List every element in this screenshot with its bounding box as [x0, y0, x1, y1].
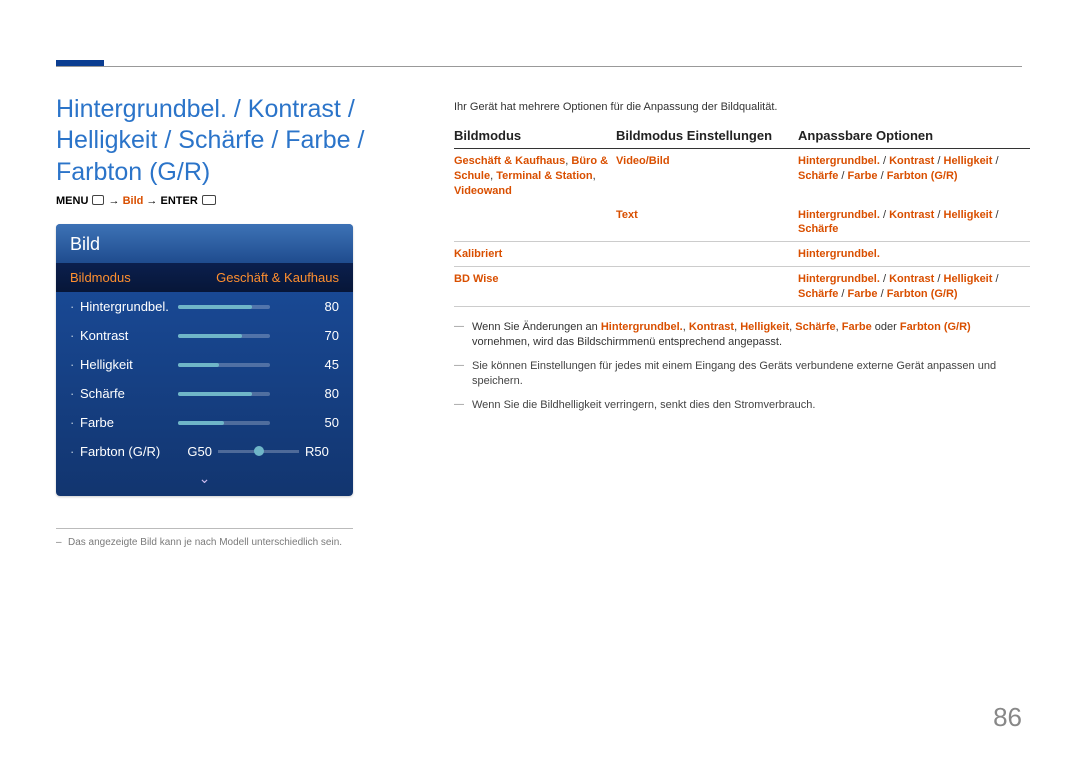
osd-row-0[interactable]: ·Hintergrundbel. 80 [56, 292, 353, 321]
cell-options: Hintergrundbel. / Kontrast / Helligkeit … [798, 208, 1030, 238]
menu-label: MENU [56, 195, 88, 207]
osd-row-4[interactable]: ·Farbe 50 [56, 408, 353, 437]
osd-title: Bild [56, 224, 353, 263]
intro-text: Ihr Gerät hat mehrere Optionen für die A… [454, 101, 777, 113]
page-title: Hintergrundbel. / Kontrast / Helligkeit … [56, 94, 406, 188]
notes-list: Wenn Sie Änderungen an Hintergrundbel., … [454, 320, 1030, 421]
cell-mode: Kalibriert [454, 247, 616, 262]
osd-value: 70 [305, 328, 339, 343]
note-item: Wenn Sie die Bildhelligkeit verringern, … [454, 398, 1030, 413]
menu-step-bild: Bild [123, 195, 144, 207]
bullet-icon: · [70, 415, 80, 430]
table-row: BD Wise Hintergrundbel. / Kontrast / Hell… [454, 267, 1030, 307]
osd-row-2[interactable]: ·Helligkeit 45 [56, 350, 353, 379]
osd-label: Kontrast [80, 328, 178, 343]
menu-path: MENU → Bild → ENTER [56, 194, 216, 207]
osd-value: 50 [305, 415, 339, 430]
note-item: Sie können Einstellungen für jedes mit e… [454, 359, 1030, 390]
osd-bar-fill [178, 363, 219, 367]
osd-bar-fill [178, 305, 252, 309]
osd-label: Helligkeit [80, 357, 178, 372]
osd-row-farbton[interactable]: · Farbton (G/R) G50 R50 [56, 437, 353, 466]
arrow-1: → [109, 195, 120, 207]
enter-label: ENTER [160, 195, 197, 207]
osd-bar-fill [178, 421, 224, 425]
osd-value: 80 [305, 386, 339, 401]
th-einstellungen: Bildmodus Einstellungen [616, 128, 798, 143]
osd-gr-g: G50 [178, 444, 212, 459]
cell-options: Hintergrundbel. [798, 247, 1030, 262]
osd-bar[interactable] [178, 305, 270, 309]
osd-row-3[interactable]: ·Schärfe 80 [56, 379, 353, 408]
table-row: TextHintergrundbel. / Kontrast / Helligk… [454, 203, 1030, 243]
cell-setting [616, 247, 798, 262]
osd-bar[interactable] [178, 421, 270, 425]
cell-setting: Video/Bild [616, 154, 798, 199]
th-bildmodus: Bildmodus [454, 128, 616, 143]
bullet-icon: · [70, 386, 80, 401]
osd-selected-row[interactable]: Bildmodus Geschäft & Kaufhaus [56, 263, 353, 292]
table-row: Kalibriert Hintergrundbel. [454, 242, 1030, 267]
osd-bar[interactable] [178, 363, 270, 367]
cell-setting: Text [616, 208, 798, 238]
osd-sel-label: Bildmodus [70, 270, 178, 285]
arrow-2: → [146, 195, 157, 207]
cell-mode: Geschäft & Kaufhaus, Büro & Schule, Term… [454, 154, 616, 199]
osd-label: Farbe [80, 415, 178, 430]
osd-row-1[interactable]: ·Kontrast 70 [56, 321, 353, 350]
cell-options: Hintergrundbel. / Kontrast / Helligkeit … [798, 272, 1030, 302]
cell-mode: BD Wise [454, 272, 616, 302]
page-number: 86 [993, 702, 1022, 733]
cell-options: Hintergrundbel. / Kontrast / Helligkeit … [798, 154, 1030, 199]
osd-label: Schärfe [80, 386, 178, 401]
osd-gr-bar[interactable] [218, 450, 299, 453]
cell-mode-empty [454, 208, 616, 238]
enter-icon [202, 195, 216, 205]
osd-bar-fill [178, 334, 242, 338]
cell-setting [616, 272, 798, 302]
osd-sel-value: Geschäft & Kaufhaus [178, 270, 339, 285]
table-header: Bildmodus Bildmodus Einstellungen Anpass… [454, 128, 1030, 149]
bullet-icon: · [70, 299, 80, 314]
osd-value: 45 [305, 357, 339, 372]
osd-bar[interactable] [178, 392, 270, 396]
osd-panel: Bild Bildmodus Geschäft & Kaufhaus ·Hint… [56, 224, 353, 496]
osd-gr-label: Farbton (G/R) [80, 444, 178, 459]
osd-label: Hintergrundbel. [80, 299, 178, 314]
note-item: Wenn Sie Änderungen an Hintergrundbel., … [454, 320, 1030, 351]
footnote-text: Das angezeigte Bild kann je nach Modell … [68, 537, 342, 548]
osd-gr-r: R50 [305, 444, 339, 459]
footnote: Das angezeigte Bild kann je nach Modell … [56, 537, 342, 548]
bullet-icon: · [70, 444, 80, 459]
osd-bar-fill [178, 392, 252, 396]
slider-knob-icon [254, 446, 264, 456]
chevron-down-icon[interactable]: ⌄ [199, 470, 211, 487]
th-optionen: Anpassbare Optionen [798, 128, 1030, 143]
bullet-icon: · [70, 328, 80, 343]
options-table: Bildmodus Bildmodus Einstellungen Anpass… [454, 128, 1030, 307]
menu-icon [92, 195, 104, 205]
osd-bar[interactable] [178, 334, 270, 338]
osd-footer: ⌄ [56, 466, 353, 496]
top-rule [56, 66, 1022, 67]
table-row: Geschäft & Kaufhaus, Büro & Schule, Term… [454, 149, 1030, 203]
footnote-rule [56, 528, 353, 529]
osd-value: 80 [305, 299, 339, 314]
bullet-icon: · [70, 357, 80, 372]
